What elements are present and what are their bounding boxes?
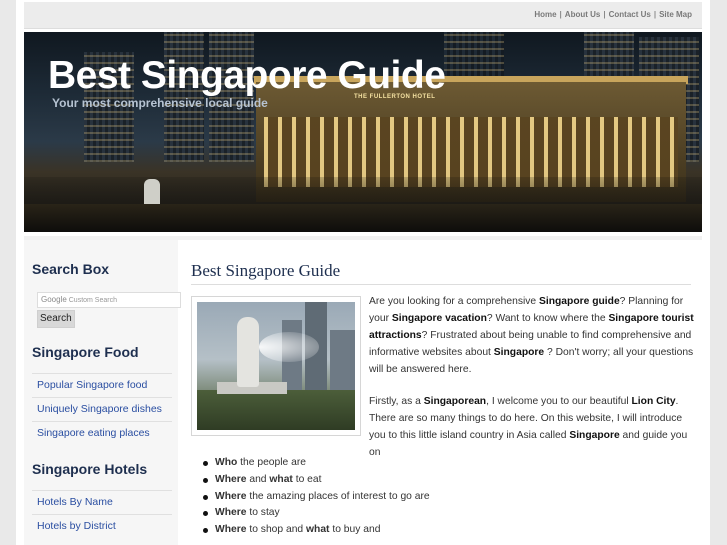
nav-separator: | [603,10,606,19]
food-link[interactable]: Singapore eating places [32,421,172,445]
hotel-link[interactable]: Hotels By Name [32,490,172,514]
merlion-statue [144,179,160,207]
list-item: Where to stay [203,505,430,522]
water-spray [259,332,319,362]
nav-sitemap-link[interactable]: Site Map [659,10,692,19]
hotel-links: Hotels By Name Hotels by District [32,490,172,538]
hotel-link[interactable]: Hotels by District [32,514,172,538]
page: Home | About Us | Contact Us | Site Map THE FU… [16,0,710,545]
sidebar: Search Box Google Custom Search Search S… [24,240,181,545]
search-placeholder: Custom Search [68,297,117,304]
header-banner: THE FULLERTON HOTEL Best Singapore Guide… [24,32,702,232]
nav-contact-link[interactable]: Contact Us [609,10,651,19]
site-tagline: Your most comprehensive local guide [52,96,268,110]
list-item: Where to shop and what to buy and [203,522,430,539]
guide-bullet-list: Who the people are Where and what to eat… [203,455,430,539]
title-divider [191,284,691,285]
nav-home-link[interactable]: Home [534,10,556,19]
welcome-paragraph: Firstly, as a Singaporean, I welcome you… [369,396,688,458]
intro-paragraph: Are you looking for a comprehensive Sing… [369,296,694,375]
food-links: Popular Singapore food Uniquely Singapor… [32,373,172,445]
nav-separator: | [653,10,657,19]
search-heading: Search Box [32,261,110,277]
top-nav: Home | About Us | Contact Us | Site Map [534,10,692,19]
top-bar: Home | About Us | Contact Us | Site Map [24,2,702,29]
search-button[interactable]: Search [37,310,75,328]
site-title[interactable]: Best Singapore Guide [48,54,446,98]
google-logo: Google [41,295,67,304]
page-title: Best Singapore Guide [191,261,341,280]
merlion-photo [191,296,361,436]
food-link[interactable]: Uniquely Singapore dishes [32,397,172,421]
food-heading: Singapore Food [32,344,139,360]
hotels-heading: Singapore Hotels [32,461,148,477]
list-item: Where the amazing places of interest to … [203,489,430,506]
merlion-statue [237,317,259,387]
waterfront [24,204,702,232]
nav-about-link[interactable]: About Us [565,10,601,19]
list-item: Who the people are [203,455,430,472]
search-input[interactable]: Google Custom Search [37,292,181,308]
nav-separator: | [559,10,562,19]
food-link[interactable]: Popular Singapore food [32,373,172,397]
list-item: Where and what to eat [203,472,430,489]
